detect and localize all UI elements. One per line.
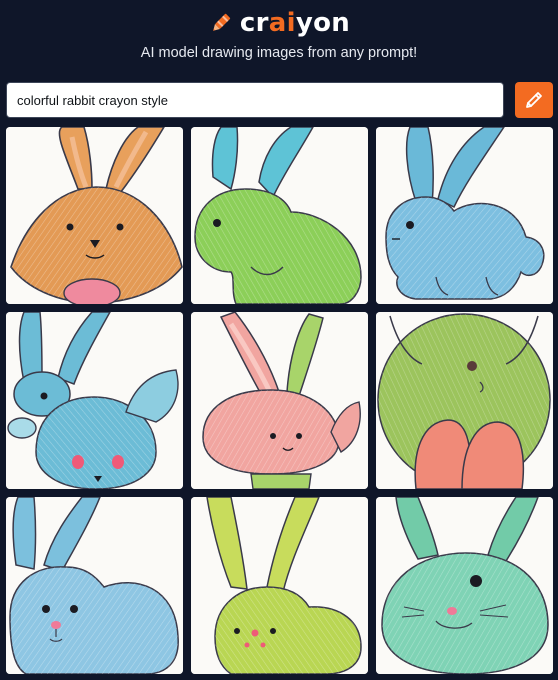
blue-rabbit-image xyxy=(6,312,183,489)
green-rabbit-image xyxy=(376,312,553,489)
green-rabbit-image xyxy=(191,127,368,304)
blue-rabbit-image xyxy=(376,127,553,304)
crayon-logo-icon xyxy=(213,13,231,31)
logo-accent: ai xyxy=(268,8,296,38)
header: craiyon AI model drawing images from any… xyxy=(0,0,558,80)
craiyon-logo[interactable]: craiyon xyxy=(0,6,558,40)
result-image-1[interactable] xyxy=(6,127,183,304)
result-image-3[interactable] xyxy=(376,127,553,304)
blue-rabbit-image xyxy=(6,497,183,674)
result-image-2[interactable] xyxy=(191,127,368,304)
image-results-grid xyxy=(6,127,553,675)
result-image-8[interactable] xyxy=(191,497,368,674)
pink-rabbit-image xyxy=(191,312,368,489)
tagline: AI model drawing images from any prompt! xyxy=(140,45,418,61)
result-image-9[interactable] xyxy=(376,497,553,674)
prompt-input[interactable] xyxy=(6,82,504,118)
logo-suffix: yon xyxy=(295,8,351,38)
logo-prefix: cr xyxy=(239,8,269,38)
result-image-4[interactable] xyxy=(6,312,183,489)
yellow-green-rabbit-image xyxy=(191,497,368,674)
teal-rabbit-image xyxy=(376,497,553,674)
draw-button[interactable] xyxy=(515,82,553,118)
pencil-icon xyxy=(526,92,542,108)
logo-wordmark: craiyon xyxy=(240,8,350,38)
result-image-5[interactable] xyxy=(191,312,368,489)
result-image-6[interactable] xyxy=(376,312,553,489)
prompt-bar xyxy=(6,82,553,118)
orange-rabbit-image xyxy=(6,127,183,304)
result-image-7[interactable] xyxy=(6,497,183,674)
